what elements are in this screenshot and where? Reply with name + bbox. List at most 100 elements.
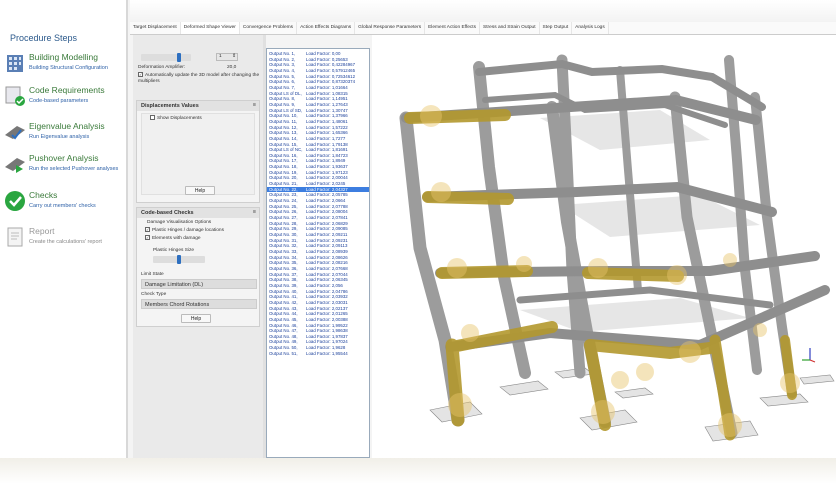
plastic-hinge bbox=[679, 341, 701, 363]
limit-state-select[interactable]: Damage Limitation (DL) bbox=[141, 279, 257, 289]
step-title: Code Requirements bbox=[29, 85, 105, 95]
spinner-arrows-icon[interactable]: ⇕ bbox=[232, 54, 236, 59]
step-title: Checks bbox=[29, 190, 58, 200]
elements-damage-checkbox[interactable]: ✓ Elements with damage bbox=[145, 235, 201, 241]
check-type-select[interactable]: Members Chord Rotations bbox=[141, 299, 257, 309]
step-title: Eigenvalue Analysis bbox=[29, 121, 105, 131]
tab-convergence-problems[interactable]: Convergence Problems bbox=[240, 22, 298, 34]
pushover-icon bbox=[5, 158, 25, 173]
report-icon bbox=[7, 227, 23, 247]
step-subtitle: Run Eigenvalue analysis bbox=[29, 134, 90, 140]
collapse-icon[interactable]: ≡ bbox=[253, 209, 256, 215]
footing bbox=[499, 380, 549, 396]
plastic-hinge bbox=[447, 258, 467, 278]
step-eigenvalue-analysis[interactable]: Eigenvalue Analysis Run Eigenvalue analy… bbox=[4, 121, 126, 157]
sidebar-title: Procedure Steps bbox=[10, 33, 78, 43]
plastic-hinge bbox=[718, 413, 742, 437]
check-icon bbox=[5, 191, 25, 211]
plastic-hinge bbox=[420, 105, 442, 127]
plastic-hinges-checkbox[interactable]: ✓ Plastic Hinges / damage locations bbox=[145, 227, 224, 233]
plastic-hinge bbox=[591, 400, 615, 424]
footing bbox=[799, 374, 835, 385]
step-subtitle: Code-based parameters bbox=[29, 98, 89, 104]
plastic-hinge bbox=[431, 182, 451, 202]
tab-target-displacement[interactable]: Target Displacement bbox=[130, 22, 181, 34]
box-header: Displacements Values ≡ bbox=[137, 101, 259, 111]
displacements-content: Show Displacements Help bbox=[141, 113, 255, 195]
slider-thumb[interactable] bbox=[177, 255, 181, 264]
checkbox-unchecked[interactable] bbox=[150, 115, 155, 120]
tab-global-response-parameters[interactable]: Global Response Parameters bbox=[355, 22, 426, 34]
plastic-hinge bbox=[753, 323, 767, 337]
tab-analysis-logs[interactable]: Analysis Logs bbox=[572, 22, 609, 34]
options-panel: 1 ⇕ Deformation Amplifier: 20,0 ✓ Automati… bbox=[133, 35, 263, 458]
plastic-hinge bbox=[636, 363, 654, 381]
help-button[interactable]: Help bbox=[181, 314, 211, 323]
plastic-hinge bbox=[588, 258, 608, 278]
procedure-steps-sidebar: Procedure Steps Building Modelling Build… bbox=[0, 0, 128, 484]
step-title: Report bbox=[29, 226, 55, 236]
deformation-amplifier-label: Deformation Amplifier: bbox=[138, 65, 186, 70]
hinge-size-label: Plastic Hinges Size bbox=[153, 248, 195, 253]
footing bbox=[759, 393, 809, 407]
box-header: Code-based Checks ≡ bbox=[137, 208, 259, 218]
top-fade bbox=[130, 0, 836, 22]
auto-update-label: Automatically update the 3D model after … bbox=[138, 72, 260, 84]
help-button[interactable]: Help bbox=[185, 186, 215, 195]
tab-stress-and-strain-output[interactable]: Stress and Strain Output bbox=[480, 22, 540, 34]
checkbox-checked[interactable]: ✓ bbox=[138, 72, 143, 77]
plastic-hinges-label: Plastic Hinges / damage locations bbox=[152, 227, 224, 233]
building-icon bbox=[7, 55, 23, 72]
deformation-amplifier-value: 20,0 bbox=[227, 65, 237, 70]
hinge-size-slider[interactable] bbox=[153, 255, 205, 264]
footing bbox=[554, 367, 594, 379]
step-pushover-analysis[interactable]: Pushover Analysis Run the selected Pusho… bbox=[4, 153, 126, 189]
checkbox-checked[interactable]: ✓ bbox=[145, 227, 150, 232]
output-number: Output No. 51, bbox=[269, 350, 298, 356]
tab-element-action-effects[interactable]: Element Action Effects bbox=[425, 22, 481, 34]
code-based-checks-box: Code-based Checks ≡ Damage Visualisation … bbox=[136, 207, 260, 327]
slider-thumb[interactable] bbox=[177, 53, 181, 62]
spinner-value: 1 bbox=[219, 54, 222, 59]
check-type-label: Check Type bbox=[141, 292, 167, 297]
damage-options-label: Damage Visualisation Options bbox=[147, 220, 212, 225]
amplifier-spinner[interactable]: 1 ⇕ bbox=[216, 53, 238, 61]
tab-bar: Target Displacement Deformed Shape Viewer… bbox=[130, 22, 836, 35]
step-title: Pushover Analysis bbox=[29, 153, 99, 163]
bottom-fade bbox=[0, 458, 836, 484]
show-displacements-label: Show Displacements bbox=[157, 115, 202, 121]
show-displacements-checkbox[interactable]: Show Displacements bbox=[150, 115, 202, 121]
tab-deformed-shape-viewer[interactable]: Deformed Shape Viewer bbox=[180, 22, 240, 34]
checkbox-checked[interactable]: ✓ bbox=[145, 235, 150, 240]
output-list[interactable]: Output No. 1, Load Factor: 0,00 Output No.… bbox=[266, 48, 370, 458]
step-title: Building Modelling bbox=[29, 52, 98, 62]
3d-model-viewport[interactable] bbox=[372, 35, 836, 458]
box-title: Displacements Values bbox=[141, 103, 199, 109]
plastic-hinge bbox=[611, 371, 629, 389]
step-subtitle: Run the selected Pushover analyses bbox=[29, 166, 119, 172]
limit-state-label: Limit State bbox=[141, 272, 164, 277]
collapse-icon[interactable]: ≡ bbox=[253, 102, 256, 108]
box-title: Code-based Checks bbox=[141, 210, 194, 216]
plastic-hinge bbox=[667, 265, 687, 285]
auto-update-checkbox[interactable]: ✓ Automatically update the 3D model after… bbox=[138, 72, 260, 85]
plastic-hinge bbox=[461, 324, 479, 342]
plastic-hinge bbox=[723, 253, 737, 267]
elements-damage-label: Elements with damage bbox=[152, 235, 201, 241]
step-subtitle: Create the calculations' report bbox=[29, 239, 102, 245]
eigenvalue-icon bbox=[5, 126, 25, 140]
plastic-hinge bbox=[516, 256, 532, 272]
tab-step-output[interactable]: Step Output bbox=[540, 22, 573, 34]
tab-action-effects-diagrams[interactable]: Action Effects Diagrams bbox=[297, 22, 356, 34]
footing bbox=[614, 387, 654, 399]
load-factor: Load Factor: 1,95544 bbox=[306, 350, 348, 356]
step-code-requirements[interactable]: Code Requirements Code-based parameters bbox=[4, 85, 126, 121]
deformation-slider[interactable] bbox=[141, 53, 191, 62]
plastic-hinge bbox=[780, 373, 800, 393]
step-report[interactable]: Report Create the calculations' report bbox=[4, 226, 126, 262]
displacements-values-box: Displacements Values ≡ Show Displacements… bbox=[136, 100, 260, 203]
step-checks[interactable]: Checks Carry out members' checks bbox=[4, 190, 126, 226]
step-subtitle: Building Structural Configuration bbox=[29, 65, 108, 71]
step-building-modelling[interactable]: Building Modelling Building Structural C… bbox=[4, 52, 126, 88]
output-list-item[interactable]: Output No. 51, Load Factor: 1,95544 bbox=[267, 351, 369, 357]
